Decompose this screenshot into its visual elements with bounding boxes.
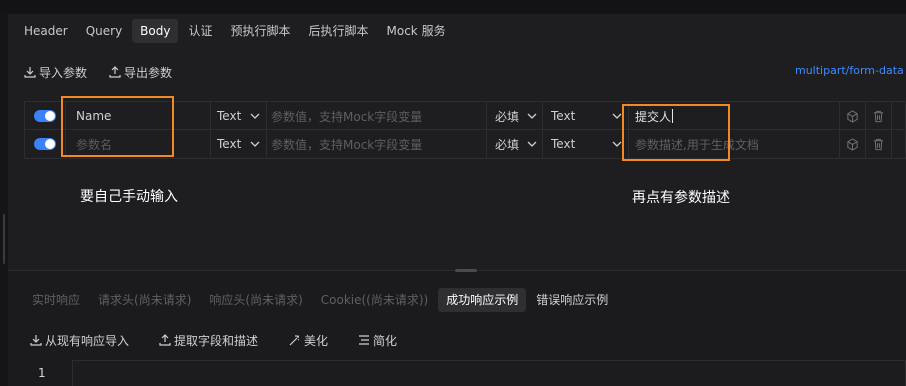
param-enable-cell — [25, 102, 66, 130]
param-required-value: 必填 — [495, 109, 520, 124]
param-delete-button[interactable] — [866, 102, 892, 130]
body-toolbar: 导入参数 导出参数 — [24, 62, 194, 82]
content-type-selector[interactable]: multipart/form-data — [795, 64, 904, 77]
tab-error-example[interactable]: 错误响应示例 — [528, 288, 616, 312]
beautify-button[interactable]: 美化 — [288, 332, 328, 349]
tab-success-example[interactable]: 成功响应示例 — [438, 288, 527, 312]
chevron-down-icon — [527, 141, 537, 147]
param-value-type-value: Text — [551, 109, 576, 123]
annotation-note-right: 再点有参数描述 — [632, 190, 730, 206]
response-example-editor: 1 — [24, 360, 906, 386]
annotation-box-name — [61, 96, 174, 157]
line-number: 1 — [38, 366, 46, 380]
import-from-response-label: 从现有响应导入 — [45, 333, 130, 348]
import-params-label: 导入参数 — [39, 65, 88, 80]
param-type-select[interactable]: Text — [211, 130, 267, 158]
download-icon — [24, 67, 36, 78]
chevron-down-icon — [612, 113, 622, 119]
chevron-down-icon — [250, 113, 260, 119]
left-gutter — [0, 14, 8, 386]
import-params-button[interactable]: 导入参数 — [24, 64, 87, 81]
trash-icon — [873, 138, 884, 150]
tab-body[interactable]: Body — [132, 19, 179, 43]
split-resize-grip[interactable] — [455, 269, 477, 272]
annotation-box-description — [622, 104, 730, 161]
tab-auth[interactable]: 认证 — [180, 19, 220, 43]
download-icon — [30, 335, 42, 346]
chevron-down-icon — [527, 113, 537, 119]
param-required-select[interactable]: 必填 — [487, 130, 543, 158]
tab-query[interactable]: Query — [78, 19, 130, 43]
tab-mock-service[interactable]: Mock 服务 — [379, 19, 454, 43]
tab-pre-script[interactable]: 预执行脚本 — [222, 19, 298, 43]
upload-icon — [159, 334, 171, 346]
beautify-label: 美化 — [304, 333, 329, 348]
param-delete-button[interactable] — [866, 130, 892, 158]
param-enable-toggle[interactable] — [34, 138, 56, 150]
cube-icon — [847, 109, 858, 123]
tab-response-headers[interactable]: 响应头(尚未请求) — [201, 288, 310, 312]
param-enable-cell — [25, 130, 66, 158]
param-type-value: Text — [217, 109, 242, 123]
export-params-button[interactable]: 导出参数 — [109, 64, 172, 81]
param-type-select[interactable]: Text — [211, 102, 267, 130]
param-value-type-select[interactable]: Text — [543, 130, 629, 158]
param-mock-button[interactable] — [840, 130, 866, 158]
param-value-type-value: Text — [551, 137, 576, 151]
tab-header[interactable]: Header — [16, 19, 76, 43]
response-toolbar: 从现有响应导入 提取字段和描述 美化 简化 — [30, 330, 427, 350]
tab-live-response[interactable]: 实时响应 — [24, 288, 88, 312]
simplify-button[interactable]: 简化 — [358, 332, 397, 349]
trash-icon — [873, 110, 884, 122]
request-tabs: Header Query Body 认证 预执行脚本 后执行脚本 Mock 服务 — [16, 18, 456, 44]
cube-icon — [847, 137, 858, 151]
annotation-note-left: 要自己手动输入 — [80, 189, 178, 205]
param-required-select[interactable]: 必填 — [487, 102, 543, 130]
list-icon — [359, 335, 370, 345]
param-value-input[interactable]: 参数值，支持Mock字段变量 — [267, 130, 487, 158]
param-value-input[interactable]: 参数值，支持Mock字段变量 — [267, 102, 487, 130]
param-value-type-select[interactable]: Text — [543, 102, 629, 130]
response-tabs: 实时响应 请求头(尚未请求) 响应头(尚未请求) Cookie((尚未请求)) … — [24, 288, 618, 312]
tab-post-script[interactable]: 后执行脚本 — [301, 19, 377, 43]
param-type-value: Text — [217, 137, 242, 151]
extract-fields-button[interactable]: 提取字段和描述 — [159, 332, 258, 349]
extract-fields-label: 提取字段和描述 — [174, 333, 259, 348]
resize-handle[interactable] — [3, 214, 5, 264]
upload-icon — [109, 66, 121, 78]
export-params-label: 导出参数 — [124, 65, 173, 80]
tab-request-headers[interactable]: 请求头(尚未请求) — [90, 288, 199, 312]
param-required-value: 必填 — [495, 137, 520, 152]
top-strip — [0, 0, 906, 14]
tab-cookie[interactable]: Cookie((尚未请求)) — [313, 288, 436, 312]
param-enable-toggle[interactable] — [34, 110, 56, 122]
code-editor-area[interactable] — [72, 360, 906, 386]
param-mock-button[interactable] — [840, 102, 866, 130]
chevron-down-icon — [612, 141, 622, 147]
import-from-response-button[interactable]: 从现有响应导入 — [30, 332, 129, 349]
chevron-down-icon — [250, 141, 260, 147]
magic-wand-icon — [289, 335, 300, 346]
simplify-label: 简化 — [373, 333, 398, 348]
